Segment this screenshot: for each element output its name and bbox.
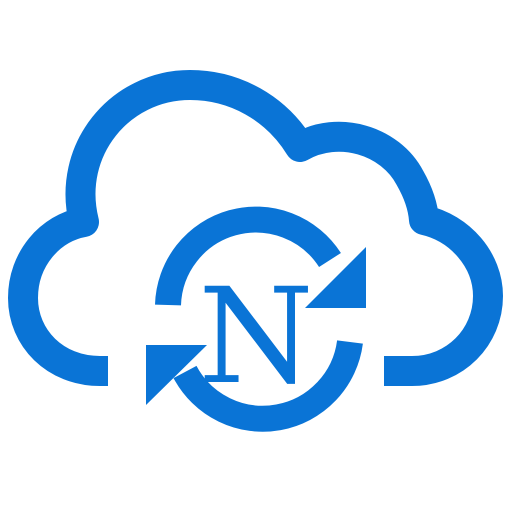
logo-letter: N <box>198 260 314 414</box>
app-icon: N <box>0 0 512 512</box>
cloud-sync-icon: N <box>8 70 503 432</box>
